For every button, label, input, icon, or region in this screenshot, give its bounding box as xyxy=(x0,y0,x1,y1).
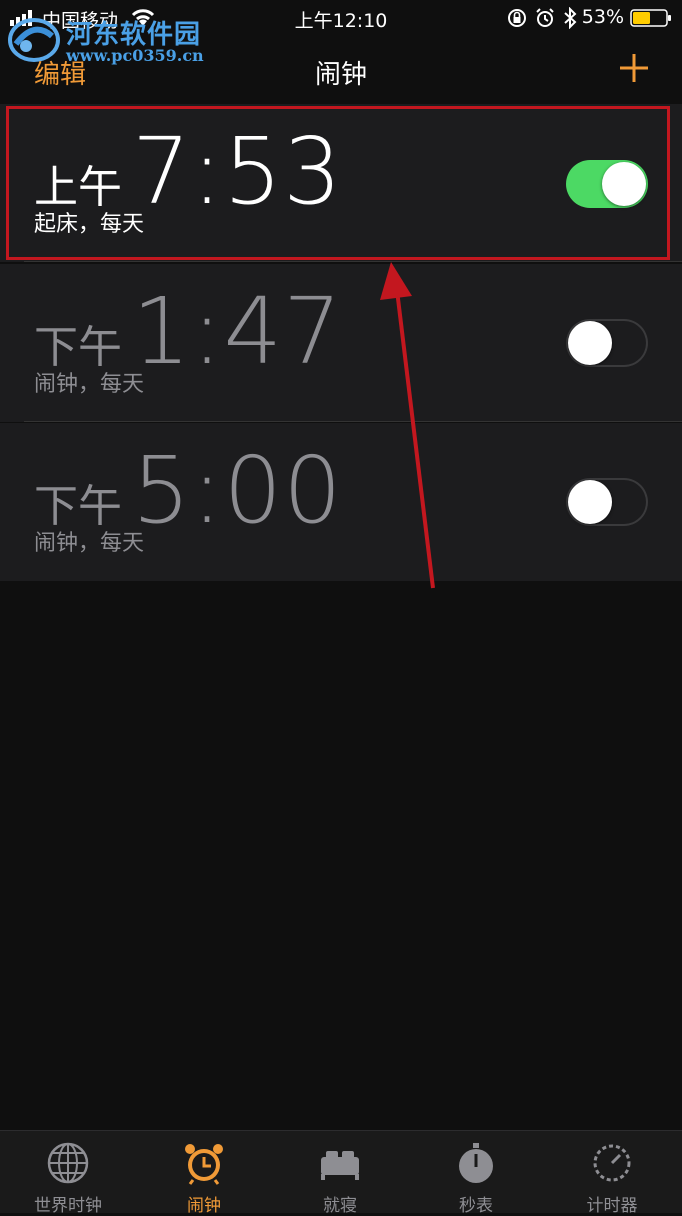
bluetooth-icon xyxy=(564,7,577,29)
alarm-row[interactable]: 下午 1:47 闹钟，每天 xyxy=(0,264,682,422)
annotation-highlight-box xyxy=(6,106,670,260)
tab-bar: 世界时钟 闹钟 就寝 秒表 计时器 xyxy=(0,1130,682,1216)
divider xyxy=(24,261,682,262)
tab-world-clock[interactable]: 世界时钟 xyxy=(0,1131,136,1216)
alarm-toggle[interactable] xyxy=(566,319,648,367)
tab-timer[interactable]: 计时器 xyxy=(544,1131,680,1216)
alarm-time: 1:47 xyxy=(132,278,343,385)
globe-icon xyxy=(47,1142,89,1184)
toggle-knob xyxy=(568,321,612,365)
rotation-lock-icon xyxy=(508,9,526,27)
tab-label: 闹钟 xyxy=(187,1196,221,1216)
bed-icon xyxy=(321,1151,359,1180)
alarm-time: 5:00 xyxy=(132,437,343,544)
plus-icon[interactable] xyxy=(618,52,650,84)
alarm-ampm: 下午 xyxy=(34,481,122,532)
divider xyxy=(24,421,682,422)
toggle-knob xyxy=(568,480,612,524)
page-title: 闹钟 xyxy=(314,60,367,90)
tab-alarm[interactable]: 闹钟 xyxy=(136,1131,272,1216)
alarm-label: 闹钟，每天 xyxy=(34,531,145,556)
tab-label: 秒表 xyxy=(459,1196,493,1216)
battery-percent: 53% xyxy=(581,6,624,28)
tab-stopwatch[interactable]: 秒表 xyxy=(408,1131,544,1216)
alarm-ampm: 下午 xyxy=(34,322,122,373)
alarm-status-icon xyxy=(536,8,554,27)
alarm-toggle[interactable] xyxy=(566,478,648,526)
timer-icon xyxy=(593,1144,631,1182)
battery-icon xyxy=(630,9,671,27)
tab-bedtime[interactable]: 就寝 xyxy=(272,1131,408,1216)
tab-label: 就寝 xyxy=(323,1196,357,1216)
stopwatch-icon xyxy=(459,1143,493,1183)
edit-button[interactable]: 编辑 xyxy=(34,54,86,91)
tab-label: 计时器 xyxy=(586,1196,638,1216)
alarm-label: 闹钟，每天 xyxy=(34,372,145,397)
alarm-clock-icon xyxy=(185,1144,223,1185)
tab-label: 世界时钟 xyxy=(34,1196,102,1216)
alarm-row[interactable]: 下午 5:00 闹钟，每天 xyxy=(0,423,682,581)
